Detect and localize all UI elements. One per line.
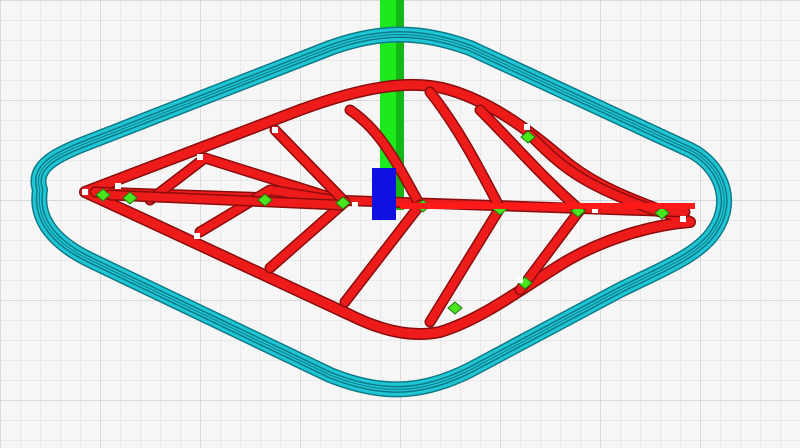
node-marker-4 — [194, 233, 200, 239]
node-marker-2 — [197, 154, 203, 160]
node-marker-5 — [352, 202, 358, 208]
node-marker-0 — [82, 189, 88, 195]
z-axis-marker — [372, 168, 396, 220]
node-marker-9 — [524, 124, 530, 130]
x-axis-line — [400, 203, 695, 209]
node-marker-3 — [272, 127, 278, 133]
node-marker-10 — [517, 277, 523, 283]
node-marker-1 — [115, 183, 121, 189]
layer-preview-canvas[interactable] — [0, 0, 800, 448]
build-plate-viewport[interactable] — [0, 0, 800, 448]
node-marker-8 — [680, 216, 686, 222]
